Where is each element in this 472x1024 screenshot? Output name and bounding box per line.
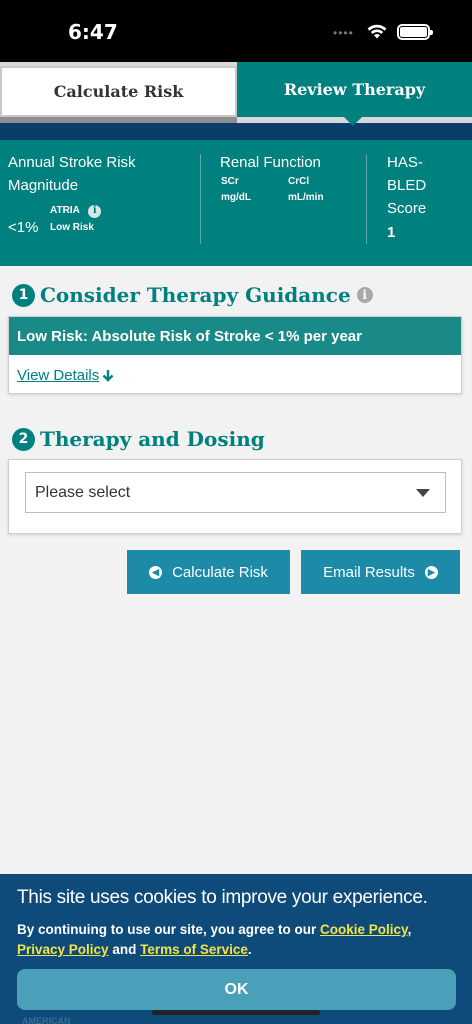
stroke-risk-value: <1% — [8, 219, 39, 236]
cookie-text: By continuing to use our site, you agree… — [17, 922, 412, 957]
privacy-policy-link[interactable]: Privacy Policy — [17, 942, 109, 957]
active-tab-pointer — [344, 117, 362, 126]
step-number: 2 — [12, 427, 35, 451]
atria-info-icon[interactable]: i — [88, 204, 102, 218]
section-title: Therapy and Dosing — [40, 427, 265, 451]
therapy-select[interactable]: Please select — [25, 472, 446, 513]
battery-icon — [397, 24, 433, 40]
status-bar: 6:47 •••• — [0, 0, 472, 62]
therapy-select-value: Please select — [35, 483, 131, 501]
chevron-down-icon — [416, 489, 430, 497]
stroke-risk-level: Low Risk — [50, 222, 94, 233]
calculate-risk-button[interactable]: ◀ Calculate Risk — [127, 550, 290, 594]
summary-divider — [200, 154, 201, 244]
cookie-banner: This site uses cookies to improve your e… — [0, 874, 472, 1024]
hasbled-title: HAS- BLED Score — [387, 154, 427, 217]
cookie-title: This site uses cookies to improve your e… — [17, 887, 428, 908]
risk-banner: Low Risk: Absolute Risk of Stroke < 1% p… — [9, 317, 461, 355]
tab-review-therapy[interactable]: Review Therapy — [237, 62, 472, 117]
arrow-right-circle-icon: ▶ — [424, 565, 438, 579]
view-details-link[interactable]: View Details — [17, 367, 114, 384]
crcl-label: CrCl mL/min — [288, 176, 324, 203]
arrow-left-circle-icon: ◀ — [149, 565, 163, 579]
section-therapy-dosing-heading: 2 Therapy and Dosing — [12, 427, 265, 451]
stroke-risk-source: ATRIA i — [50, 203, 102, 219]
tab-calculate-risk[interactable]: Calculate Risk — [0, 66, 237, 117]
arrow-down-icon — [102, 370, 114, 382]
tab-band-lower — [0, 133, 472, 140]
section-therapy-guidance-heading: 1 Consider Therapy Guidance i — [12, 283, 373, 307]
renal-function-title: Renal Function — [220, 154, 321, 171]
hasbled-value: 1 — [387, 224, 396, 241]
therapy-guidance-card: Low Risk: Absolute Risk of Stroke < 1% p… — [8, 316, 462, 394]
home-indicator — [152, 1010, 320, 1015]
terms-of-service-link[interactable]: Terms of Service — [140, 942, 248, 957]
cookie-ok-button[interactable]: OK — [17, 969, 456, 1010]
therapy-dosing-card: Please select — [8, 459, 462, 534]
risk-summary: Annual Stroke Risk Magnitude <1% ATRIA i… — [0, 140, 472, 266]
footer-logo: AMERICAN — [22, 1016, 71, 1024]
scr-label: SCr mg/dL — [221, 176, 251, 203]
email-results-button[interactable]: Email Results ▶ — [301, 550, 460, 594]
status-time: 6:47 — [68, 20, 118, 44]
guidance-info-icon[interactable]: i — [356, 287, 373, 303]
cookie-policy-link[interactable]: Cookie Policy — [320, 922, 408, 937]
section-title: Consider Therapy Guidance — [40, 283, 351, 307]
step-number: 1 — [12, 283, 35, 307]
stroke-risk-title: Annual Stroke Risk Magnitude — [8, 154, 136, 194]
summary-divider — [366, 154, 367, 244]
tab-bar: Calculate Risk Review Therapy — [0, 62, 472, 140]
tab-band — [0, 123, 472, 133]
cellular-signal-icon: •••• — [333, 26, 354, 40]
wifi-icon — [367, 24, 387, 39]
